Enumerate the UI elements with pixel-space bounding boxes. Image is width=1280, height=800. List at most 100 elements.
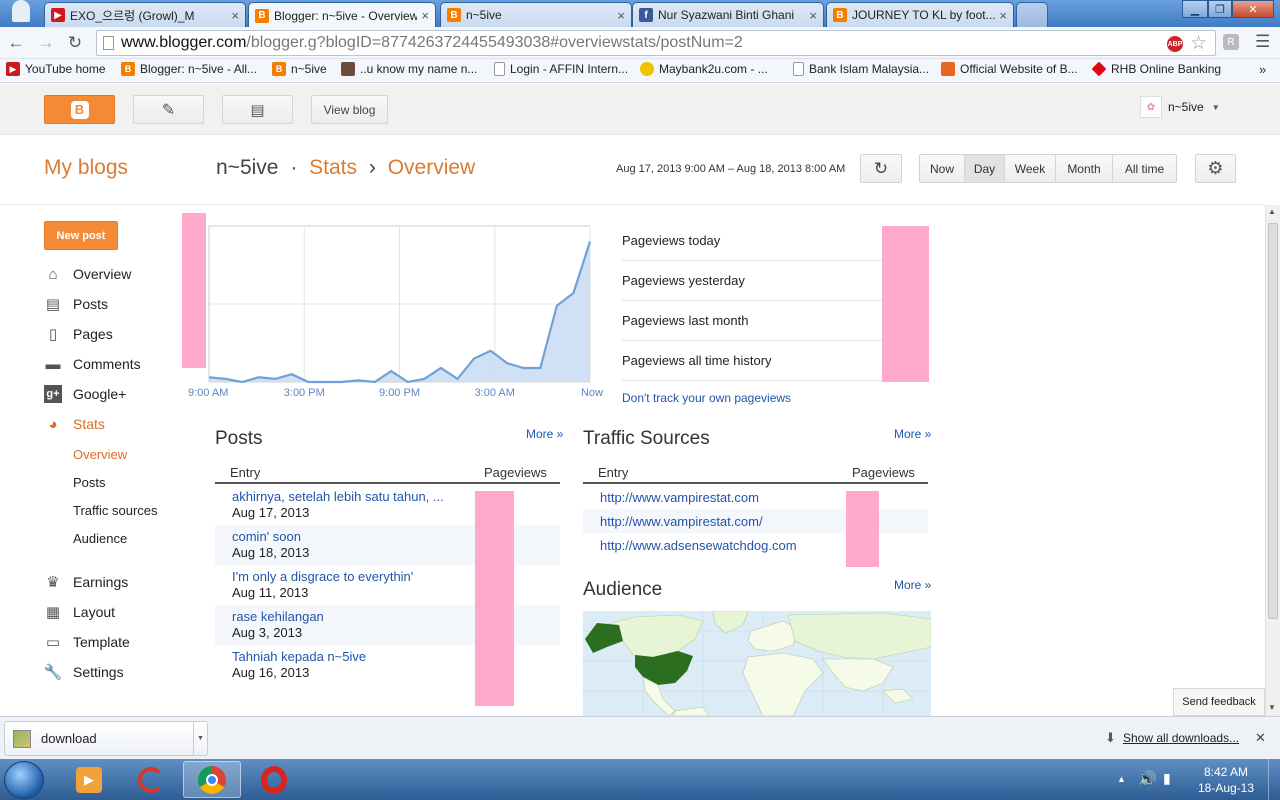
post-title-link[interactable]: akhirnya, setelah lebih satu tahun, ... (232, 489, 444, 504)
close-tab-icon[interactable]: × (809, 8, 817, 23)
blogger-icon: B (255, 8, 269, 23)
star-icon[interactable]: ☆ (1190, 32, 1207, 55)
my-blogs-link[interactable]: My blogs (44, 156, 128, 180)
browser-tab[interactable]: B Blogger: n~5ive - Overview × (248, 2, 436, 28)
new-post-pencil-button[interactable]: ✎ (133, 95, 204, 124)
close-tab-icon[interactable]: × (421, 8, 429, 23)
ccleaner-taskbar-icon[interactable] (122, 761, 180, 798)
sidebar-item-googleplus[interactable]: g+ Google+ (44, 385, 126, 403)
range-button-day[interactable]: Day (964, 154, 1005, 183)
range-button-month[interactable]: Month (1055, 154, 1113, 183)
back-button[interactable]: ← (6, 33, 26, 53)
sidebar-item-overview[interactable]: ⌂ Overview (44, 265, 131, 283)
post-title-link[interactable]: comin' soon (232, 529, 301, 544)
media-player-taskbar-icon[interactable]: ▶ (60, 761, 118, 798)
blogger-icon: B (70, 100, 89, 119)
dont-track-link[interactable]: Don't track your own pageviews (622, 391, 791, 405)
bookmark-item[interactable]: Official Website of B... (941, 62, 1078, 76)
audience-world-map[interactable] (583, 611, 931, 716)
close-download-bar-icon[interactable]: ✕ (1255, 730, 1266, 746)
browser-tab[interactable]: B JOURNEY TO KL by foot... × (826, 2, 1014, 27)
scroll-thumb[interactable] (1268, 223, 1278, 619)
forward-button[interactable]: → (36, 33, 56, 53)
tray-overflow-icon[interactable]: ▲ (1117, 774, 1126, 784)
menu-icon[interactable]: ☰ (1255, 32, 1270, 52)
chrome-taskbar-icon[interactable] (183, 761, 241, 798)
sidebar-item-posts[interactable]: ▤ Posts (44, 295, 108, 313)
audience-more-link[interactable]: More » (894, 578, 931, 592)
view-blog-button[interactable]: View blog (311, 95, 388, 124)
browser-tab[interactable]: f Nur Syazwani Binti Ghani × (632, 2, 824, 27)
blogger-logo-button[interactable]: B (44, 95, 115, 124)
sidebar-item-comments[interactable]: ▬ Comments (44, 355, 141, 373)
date-range-label: Aug 17, 2013 9:00 AM – Aug 18, 2013 8:00… (616, 163, 846, 175)
download-filename: download (41, 731, 97, 746)
close-tab-icon[interactable]: × (231, 8, 239, 23)
close-tab-icon[interactable]: × (617, 8, 625, 23)
send-feedback-button[interactable]: Send feedback (1173, 688, 1265, 716)
breadcrumb-stats[interactable]: Stats (309, 156, 357, 179)
bookmark-item[interactable]: RHB Online Banking (1091, 61, 1221, 77)
start-button[interactable] (4, 761, 44, 799)
stats-subitem-posts[interactable]: Posts (73, 475, 106, 490)
vertical-scrollbar[interactable]: ▲ ▼ (1265, 205, 1280, 716)
comments-icon: ▬ (45, 355, 61, 373)
breadcrumb-blog[interactable]: n~5ive (216, 156, 278, 179)
bookmark-item[interactable]: Bn~5ive (272, 62, 327, 76)
sidebar-item-stats[interactable]: ◕ Stats (44, 415, 104, 433)
minimize-button[interactable]: ▁ (1182, 0, 1208, 18)
bookmark-label: ..u know my name n... (360, 62, 478, 76)
download-item[interactable]: download ▼ (4, 721, 208, 756)
new-tab-button[interactable] (1016, 2, 1048, 27)
stats-subitem-traffic-sources[interactable]: Traffic sources (73, 503, 158, 518)
show-desktop-button[interactable] (1268, 759, 1280, 800)
bookmark-item[interactable]: ..u know my name n... (341, 62, 477, 76)
browser-tab[interactable]: ▶ EXO_으르렁 (Growl)_M × (44, 2, 246, 27)
bookmark-item[interactable]: Bank Islam Malaysia... (793, 62, 929, 76)
maximize-button[interactable]: ❐ (1208, 0, 1232, 18)
new-post-button[interactable]: New post (44, 221, 118, 250)
address-bar[interactable]: www.blogger.com/blogger.g?blogID=8774263… (96, 30, 1216, 56)
user-menu[interactable]: ✿ n~5ive ▼ (1140, 96, 1220, 118)
refresh-button[interactable]: ↻ (860, 154, 902, 183)
stats-subitem-overview[interactable]: Overview (73, 447, 127, 462)
sidebar-item-earnings[interactable]: ♛ Earnings (44, 573, 128, 591)
close-tab-icon[interactable]: × (999, 8, 1007, 23)
maybank-icon (640, 62, 654, 76)
traffic-more-link[interactable]: More » (894, 427, 931, 441)
posts-list-button[interactable]: ▤ (222, 95, 293, 124)
browser-tab[interactable]: Bn~5ive × (440, 2, 632, 27)
post-title-link[interactable]: rase kehilangan (232, 609, 324, 624)
bookmark-item[interactable]: Login - AFFIN Intern... (494, 62, 628, 76)
adblock-icon[interactable]: ABP (1167, 36, 1183, 52)
post-title-link[interactable]: I'm only a disgrace to everythin' (232, 569, 413, 584)
network-icon[interactable]: ▮ (1163, 770, 1171, 787)
scroll-down-arrow[interactable]: ▼ (1268, 703, 1276, 712)
close-window-button[interactable]: ✕ (1232, 0, 1274, 18)
sidebar-item-pages[interactable]: ▯ Pages (44, 325, 113, 343)
show-all-downloads-link[interactable]: Show all downloads... (1123, 731, 1239, 745)
scroll-up-arrow[interactable]: ▲ (1268, 207, 1276, 216)
download-dropdown-arrow[interactable]: ▼ (193, 722, 207, 755)
posts-more-link[interactable]: More » (526, 427, 563, 441)
bookmarks-overflow-icon[interactable]: » (1259, 62, 1266, 77)
settings-gear-button[interactable]: ⚙ (1195, 154, 1236, 183)
pageviews-row: Pageviews today (622, 221, 882, 261)
extension-icon[interactable]: R (1223, 34, 1239, 50)
range-button-week[interactable]: Week (1004, 154, 1056, 183)
range-button-now[interactable]: Now (919, 154, 965, 183)
opera-taskbar-icon[interactable] (245, 761, 303, 798)
sidebar-item-layout[interactable]: ▦ Layout (44, 603, 115, 621)
reload-button[interactable]: ↻ (65, 33, 85, 53)
chrome-profile-icon[interactable] (12, 0, 30, 22)
bookmark-item[interactable]: Maybank2u.com - ... (640, 62, 768, 76)
volume-icon[interactable]: 🔊 (1138, 770, 1157, 788)
stats-subitem-audience[interactable]: Audience (73, 531, 127, 546)
sidebar-item-template[interactable]: ▭ Template (44, 633, 130, 651)
post-title-link[interactable]: Tahniah kepada n~5ive (232, 649, 366, 664)
sidebar-item-settings[interactable]: 🔧 Settings (44, 663, 124, 681)
bookmark-item[interactable]: B Blogger: n~5ive - All... (121, 62, 257, 76)
clock[interactable]: 8:42 AM 18-Aug-13 (1186, 764, 1266, 796)
range-button-all-time[interactable]: All time (1112, 154, 1177, 183)
bookmark-item[interactable]: ▶ YouTube home (6, 62, 106, 76)
